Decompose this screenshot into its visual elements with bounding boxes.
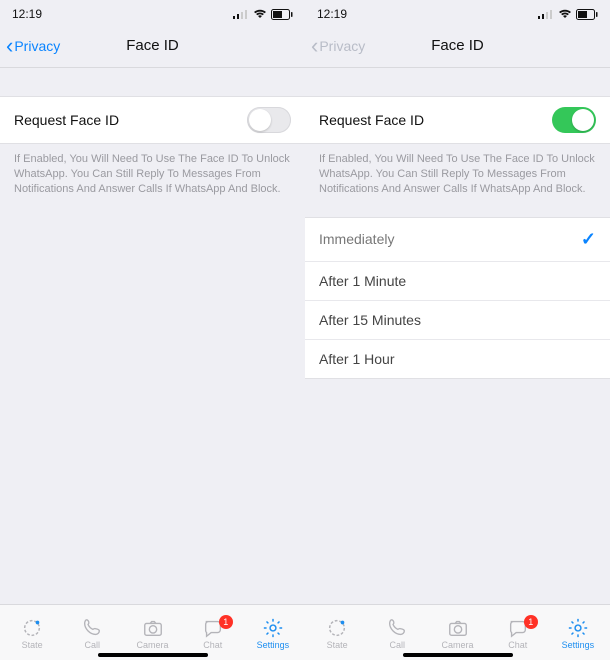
status-time: 12:19: [12, 7, 42, 21]
tab-label: State: [22, 640, 43, 650]
wifi-icon: [558, 9, 572, 19]
state-icon: [325, 617, 349, 639]
tab-label: Camera: [137, 640, 169, 650]
status-time: 12:19: [317, 7, 347, 21]
wifi-icon: [253, 9, 267, 19]
request-faceid-note: If Enabled, You Will Need To Use The Fac…: [305, 144, 610, 197]
tab-call[interactable]: Call: [62, 617, 122, 650]
phone-icon: [80, 617, 104, 639]
tab-label: Chat: [203, 640, 222, 650]
camera-icon: [141, 617, 165, 639]
tab-label: Settings: [562, 640, 595, 650]
back-button[interactable]: ‹ Privacy: [311, 35, 365, 57]
tab-chat[interactable]: 1 Chat: [183, 617, 243, 650]
state-icon: [20, 617, 44, 639]
tab-bar: State Call Camera 1 Chat Settings: [0, 604, 305, 660]
tab-label: Settings: [257, 640, 290, 650]
chevron-left-icon: ‹: [311, 35, 318, 57]
tab-label: Chat: [508, 640, 527, 650]
option-immediately[interactable]: Immediately ✓: [305, 218, 610, 262]
option-after-1-hour[interactable]: After 1 Hour: [305, 340, 610, 378]
signal-icon: [233, 9, 249, 19]
gear-icon: [261, 617, 285, 639]
check-icon: ✓: [581, 229, 596, 250]
tab-settings[interactable]: Settings: [548, 617, 608, 650]
tab-settings[interactable]: Settings: [243, 617, 303, 650]
tab-label: Call: [85, 640, 101, 650]
nav-bar: ‹ Privacy Face ID: [305, 24, 610, 68]
option-label: Immediately: [319, 231, 394, 247]
tab-label: State: [327, 640, 348, 650]
status-bar: 12:19: [0, 0, 305, 24]
tab-bar: State Call Camera 1 Chat Settings: [305, 604, 610, 660]
back-button[interactable]: ‹ Privacy: [6, 35, 60, 57]
request-faceid-toggle[interactable]: [247, 107, 291, 133]
status-bar: 12:19: [305, 0, 610, 24]
option-label: After 1 Hour: [319, 351, 394, 367]
home-indicator: [98, 653, 208, 657]
nav-bar: ‹ Privacy Face ID: [0, 24, 305, 68]
tab-state[interactable]: State: [2, 617, 62, 650]
battery-icon: [271, 9, 293, 20]
status-indicators: [538, 9, 598, 20]
option-label: After 1 Minute: [319, 273, 406, 289]
tab-camera[interactable]: Camera: [122, 617, 182, 650]
request-faceid-label: Request Face ID: [14, 112, 119, 128]
gear-icon: [566, 617, 590, 639]
request-faceid-row[interactable]: Request Face ID: [305, 96, 610, 144]
phone-left: 12:19 ‹ Privacy Face ID Request Face ID …: [0, 0, 305, 660]
home-indicator: [403, 653, 513, 657]
phone-icon: [385, 617, 409, 639]
chevron-left-icon: ‹: [6, 35, 13, 57]
back-label: Privacy: [14, 38, 60, 54]
page-title: Face ID: [126, 37, 179, 54]
tab-chat[interactable]: 1 Chat: [488, 617, 548, 650]
tab-state[interactable]: State: [307, 617, 367, 650]
chat-badge: 1: [524, 615, 538, 629]
request-faceid-row[interactable]: Request Face ID: [0, 96, 305, 144]
tab-label: Call: [390, 640, 406, 650]
tab-call[interactable]: Call: [367, 617, 427, 650]
content-area: Request Face ID If Enabled, You Will Nee…: [305, 68, 610, 604]
phone-right: 12:19 ‹ Privacy Face ID Request Face ID …: [305, 0, 610, 660]
battery-icon: [576, 9, 598, 20]
content-area: Request Face ID If Enabled, You Will Nee…: [0, 68, 305, 604]
autolock-options: Immediately ✓ After 1 Minute After 15 Mi…: [305, 217, 610, 379]
chat-badge: 1: [219, 615, 233, 629]
camera-icon: [446, 617, 470, 639]
tab-camera[interactable]: Camera: [427, 617, 487, 650]
option-after-15-minutes[interactable]: After 15 Minutes: [305, 301, 610, 340]
option-after-1-minute[interactable]: After 1 Minute: [305, 262, 610, 301]
request-faceid-label: Request Face ID: [319, 112, 424, 128]
option-label: After 15 Minutes: [319, 312, 421, 328]
request-faceid-note: If Enabled, You Will Need To Use The Fac…: [0, 144, 305, 197]
signal-icon: [538, 9, 554, 19]
status-indicators: [233, 9, 293, 20]
tab-label: Camera: [442, 640, 474, 650]
request-faceid-toggle[interactable]: [552, 107, 596, 133]
back-label: Privacy: [319, 38, 365, 54]
page-title: Face ID: [431, 37, 484, 54]
